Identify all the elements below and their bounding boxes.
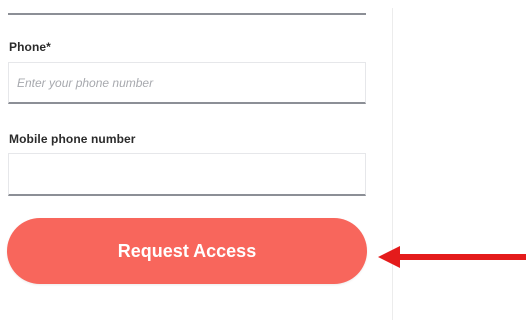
mobile-phone-label: Mobile phone number [9, 132, 136, 146]
mobile-phone-input[interactable] [8, 153, 366, 196]
arrow-left-icon [378, 246, 526, 268]
previous-input-field[interactable] [8, 0, 366, 15]
request-access-form-page: Phone* Mobile phone number Request Acces… [0, 0, 526, 320]
request-access-button[interactable]: Request Access [7, 218, 367, 284]
phone-label: Phone* [9, 40, 51, 54]
phone-input[interactable] [8, 62, 366, 104]
column-divider [392, 8, 393, 320]
